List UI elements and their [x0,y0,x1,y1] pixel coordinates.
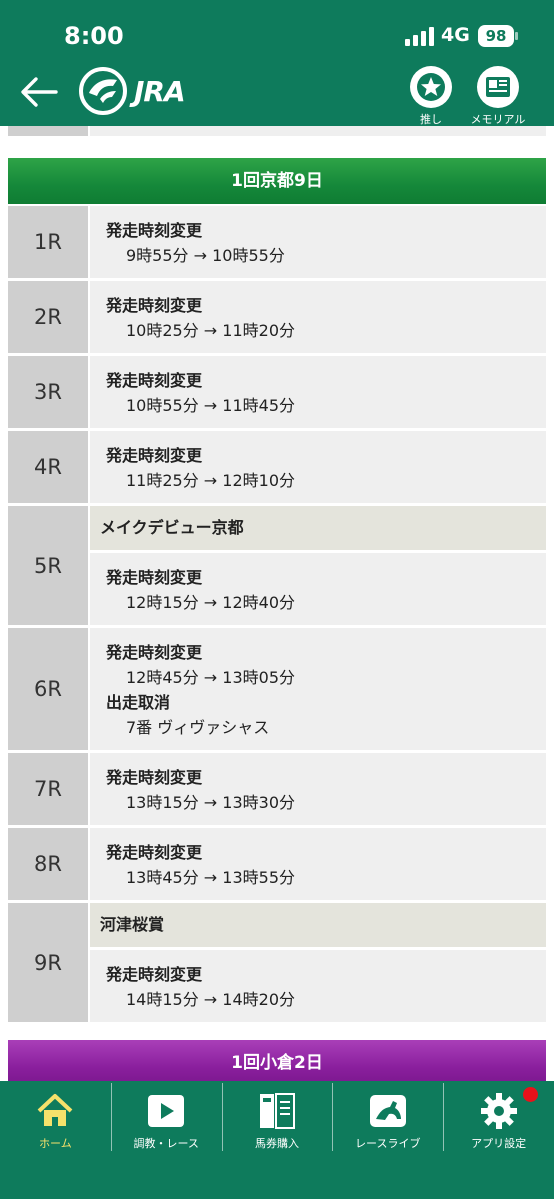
notification-badge [522,1087,538,1102]
network-type: 4G [441,24,470,46]
nav-play[interactable]: 調教・レース [110,1081,222,1153]
app-header: 8:00 4G 98 JRA 推し メモリアル [0,0,554,126]
race-live-icon [368,1091,408,1131]
back-arrow-icon [21,77,58,107]
battery-icon: 98 [478,25,514,47]
change-block: 発走時刻変更 11時25分 → 12時10分 [90,431,546,503]
change-type: 発走時刻変更 [106,643,203,662]
jra-logo: JRA [78,66,208,116]
nav-gear[interactable]: アプリ設定 [443,1081,554,1153]
change-block: 発走時刻変更 9時55分 → 10時55分 [90,206,546,278]
status-bar: 8:00 4G 98 [0,0,554,62]
battery-tip [515,32,518,40]
nav-ticket[interactable]: 馬券購入 [221,1081,333,1153]
change-block: 発走時刻変更 12時15分 → 12時40分 [90,553,546,625]
nav-label: 馬券購入 [254,1137,299,1150]
change-type: 発走時刻変更 [106,568,203,587]
change-type: 発走時刻変更 [106,446,203,465]
status-time: 8:00 [64,22,124,50]
play-icon [146,1091,186,1131]
race-number: 6R [8,628,88,750]
change-type: 発走時刻変更 [106,768,203,787]
race-number: 9R [8,903,88,1022]
race-row: 1R 発走時刻変更 9時55分 → 10時55分 [8,206,546,278]
nav-race-live[interactable]: レースライブ [332,1081,443,1153]
change-detail: 7番 ヴィヴァシャス [126,718,270,737]
change-detail: 9時55分 → 10時55分 [126,246,285,265]
memorial-card-icon [477,66,519,108]
change-detail: 14時15分 → 14時20分 [126,990,296,1009]
race-details: 発走時刻変更 11時25分 → 12時10分 [90,431,546,503]
race-details: 発走時刻変更 10時25分 → 11時20分 [90,281,546,353]
memorial-button[interactable]: メモリアル [462,66,534,126]
race-row: 4R 発走時刻変更 11時25分 → 12時10分 [8,431,546,503]
race-row: 5R メイクデビュー京都発走時刻変更 12時15分 → 12時40分 [8,506,546,625]
change-block: 発走時刻変更 12時45分 → 13時05分出走取消 7番 ヴィヴァシャス [90,628,546,750]
venue-header-kokura: 1回小倉2日 [8,1040,546,1081]
race-details: 河津桜賞発走時刻変更 14時15分 → 14時20分 [90,903,546,1022]
nav-label: ホーム [39,1137,72,1150]
race-number: 8R [8,828,88,900]
home-icon [35,1091,75,1131]
ticket-icon [257,1091,297,1131]
oshi-button[interactable]: 推し [395,66,467,126]
change-block: 発走時刻変更 10時25分 → 11時20分 [90,281,546,353]
race-row: 7R 発走時刻変更 13時15分 → 13時30分 [8,753,546,825]
previous-row-stub [8,126,546,136]
race-details: メイクデビュー京都発走時刻変更 12時15分 → 12時40分 [90,506,546,625]
race-row: 8R 発走時刻変更 13時45分 → 13時55分 [8,828,546,900]
race-row: 3R 発走時刻変更 10時55分 → 11時45分 [8,356,546,428]
race-row: 2R 発走時刻変更 10時25分 → 11時20分 [8,281,546,353]
memorial-label: メモリアル [470,113,526,126]
race-details: 発走時刻変更 12時45分 → 13時05分出走取消 7番 ヴィヴァシャス [90,628,546,750]
race-details: 発走時刻変更 13時45分 → 13時55分 [90,828,546,900]
race-details: 発走時刻変更 10時55分 → 11時45分 [90,356,546,428]
race-details: 発走時刻変更 9時55分 → 10時55分 [90,206,546,278]
race-number: 3R [8,356,88,428]
gear-icon [479,1091,519,1131]
change-block: 発走時刻変更 13時15分 → 13時30分 [90,753,546,825]
race-number: 7R [8,753,88,825]
change-block: 発走時刻変更 14時15分 → 14時20分 [90,950,546,1022]
race-number: 4R [8,431,88,503]
change-block: 発走時刻変更 10時55分 → 11時45分 [90,356,546,428]
change-type: 発走時刻変更 [106,296,203,315]
change-detail: 13時15分 → 13時30分 [126,793,296,812]
change-detail: 12時45分 → 13時05分 [126,668,296,687]
back-button[interactable] [18,74,62,110]
change-type: 発走時刻変更 [106,965,203,984]
race-row: 9R 河津桜賞発走時刻変更 14時15分 → 14時20分 [8,903,546,1022]
nav-label: レースライブ [355,1137,421,1150]
race-row: 6R 発走時刻変更 12時45分 → 13時05分出走取消 7番 ヴィヴァシャス [8,628,546,750]
race-number: 5R [8,506,88,625]
race-rows: 1R 発走時刻変更 9時55分 → 10時55分 2R 発走時刻変更 10時25分 → 1… [8,206,546,1025]
race-number: 1R [8,206,88,278]
signal-icon [405,26,435,46]
change-detail: 12時15分 → 12時40分 [126,593,296,612]
change-detail: 10時55分 → 11時45分 [126,396,296,415]
nav-label: アプリ設定 [471,1137,527,1150]
race-change-list[interactable]: 1回京都9日 1R 発走時刻変更 9時55分 → 10時55分 2R 発走時刻変更 10時… [0,126,554,1081]
change-block: 発走時刻変更 13時45分 → 13時55分 [90,828,546,900]
star-icon [410,66,452,108]
logo-text: JRA [134,75,186,108]
change-type: 発走時刻変更 [106,371,203,390]
change-type: 出走取消 [106,693,171,712]
change-type: 発走時刻変更 [106,221,203,240]
race-title: メイクデビュー京都 [90,506,546,550]
oshi-label: 推し [420,113,442,126]
race-details: 発走時刻変更 13時15分 → 13時30分 [90,753,546,825]
nav-home[interactable]: ホーム [0,1081,111,1153]
nav-label: 調教・レース [133,1137,199,1150]
change-detail: 10時25分 → 11時20分 [126,321,296,340]
venue-header-kyoto: 1回京都9日 [8,158,546,204]
race-title: 河津桜賞 [90,903,546,947]
race-number: 2R [8,281,88,353]
change-detail: 11時25分 → 12時10分 [126,471,296,490]
bottom-navigation: ホーム 調教・レース 馬券購入 レースライブ アプリ設定 [0,1081,554,1199]
change-type: 発走時刻変更 [106,843,203,862]
change-detail: 13時45分 → 13時55分 [126,868,296,887]
jra-emblem-icon [79,67,127,115]
